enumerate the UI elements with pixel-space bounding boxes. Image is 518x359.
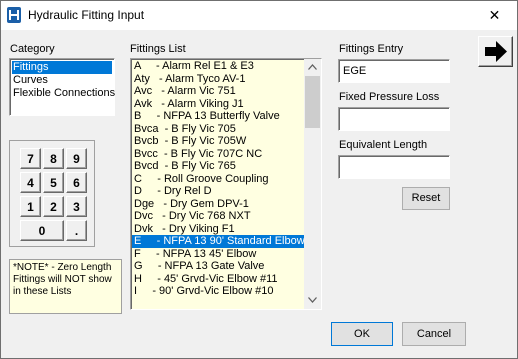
close-icon[interactable]: ✕ xyxy=(472,1,517,30)
fittings-list-item[interactable]: Avk - Alarm Viking J1 xyxy=(132,98,304,111)
keypad-key-dot[interactable]: . xyxy=(66,220,87,241)
fittings-list-item[interactable]: G - NFPA 13 Gate Valve xyxy=(132,260,304,273)
fittings-list-item[interactable]: Bvcc - B Fly Vic 707C NC xyxy=(132,148,304,161)
fittings-entry-field[interactable] xyxy=(338,59,450,83)
keypad-key-0[interactable]: 0 xyxy=(20,220,64,241)
title-bar[interactable]: Hydraulic Fitting Input ✕ xyxy=(1,1,517,30)
category-item[interactable]: Flexible Connections xyxy=(10,87,115,100)
category-item[interactable]: Curves xyxy=(10,74,114,87)
fittings-entry-input[interactable] xyxy=(339,60,447,82)
keypad-key-9[interactable]: 9 xyxy=(66,148,87,169)
window-title: Hydraulic Fitting Input xyxy=(28,8,145,22)
scroll-thumb[interactable] xyxy=(305,76,320,128)
fittings-list-label: Fittings List xyxy=(130,43,186,55)
scroll-up-icon[interactable] xyxy=(304,59,321,76)
category-label: Category xyxy=(10,43,55,55)
equivalent-length-label: Equivalent Length xyxy=(339,139,428,151)
fittings-list[interactable]: A - Alarm Rel E1 & E3 Aty - Alarm Tyco AV… xyxy=(130,58,322,310)
dialog-window: Hydraulic Fitting Input ✕ Category Fitti… xyxy=(0,0,518,359)
keypad-key-1[interactable]: 1 xyxy=(20,196,41,217)
arrow-right-icon xyxy=(485,41,507,62)
fittings-scrollbar[interactable] xyxy=(304,59,321,309)
keypad-key-4[interactable]: 4 xyxy=(20,172,41,193)
scroll-down-icon[interactable] xyxy=(304,292,321,309)
fittings-list-item[interactable]: A - Alarm Rel E1 & E3 xyxy=(132,60,304,73)
keypad-key-2[interactable]: 2 xyxy=(43,196,64,217)
fittings-list-item[interactable]: Dvc - Dry Vic 768 NXT xyxy=(132,210,304,223)
equivalent-length-field[interactable] xyxy=(338,155,450,179)
keypad-key-3[interactable]: 3 xyxy=(66,196,87,217)
zero-length-note: *NOTE* - Zero Length Fittings will NOT s… xyxy=(9,259,122,314)
next-button[interactable] xyxy=(478,36,513,67)
fittings-list-item[interactable]: C - Roll Groove Coupling xyxy=(132,173,304,186)
fittings-list-item[interactable]: Aty - Alarm Tyco AV-1 xyxy=(132,73,304,86)
fittings-list-item[interactable]: F - NFPA 13 45' Elbow xyxy=(132,248,304,261)
fixed-pressure-loss-label: Fixed Pressure Loss xyxy=(339,91,440,103)
reset-button[interactable]: Reset xyxy=(402,187,450,210)
keypad-key-7[interactable]: 7 xyxy=(20,148,41,169)
fixed-pressure-loss-field[interactable] xyxy=(338,107,450,131)
fittings-list-item[interactable]: B - NFPA 13 Butterfly Valve xyxy=(132,110,304,123)
app-icon xyxy=(7,7,21,23)
equivalent-length-input[interactable] xyxy=(339,156,447,178)
fittings-list-item[interactable]: D - Dry Rel D xyxy=(132,185,304,198)
category-item[interactable]: Fittings xyxy=(12,61,112,74)
ok-button[interactable]: OK xyxy=(331,322,393,346)
fittings-list-item[interactable]: Bvca - B Fly Vic 705 xyxy=(132,123,304,136)
fittings-list-item[interactable]: Bvcd - B Fly Vic 765 xyxy=(132,160,304,173)
keypad-key-8[interactable]: 8 xyxy=(43,148,64,169)
fixed-pressure-loss-input[interactable] xyxy=(339,108,447,130)
fittings-list-item[interactable]: Dge - Dry Gem DPV-1 xyxy=(132,198,304,211)
cancel-button[interactable]: Cancel xyxy=(402,322,466,346)
keypad-key-6[interactable]: 6 xyxy=(66,172,87,193)
keypad: 789 456 1230. xyxy=(9,140,95,247)
fittings-list-item[interactable]: I - 90' Grvd-Vic Elbow #10 xyxy=(132,285,304,298)
keypad-key-5[interactable]: 5 xyxy=(43,172,64,193)
fittings-entry-label: Fittings Entry xyxy=(339,43,404,55)
fittings-list-item[interactable]: Avc - Alarm Vic 751 xyxy=(132,85,304,98)
fittings-list-item[interactable]: Bvcb - B Fly Vic 705W xyxy=(132,135,304,148)
fittings-list-item[interactable]: H - 45' Grvd-Vic Elbow #11 xyxy=(132,273,304,286)
fittings-list-item[interactable]: E - NFPA 13 90' Standard Elbow xyxy=(132,235,304,248)
fittings-list-item[interactable]: Dvk - Dry Viking F1 xyxy=(132,223,304,236)
category-list[interactable]: Fittings Curves Flexible Connections xyxy=(9,58,115,116)
